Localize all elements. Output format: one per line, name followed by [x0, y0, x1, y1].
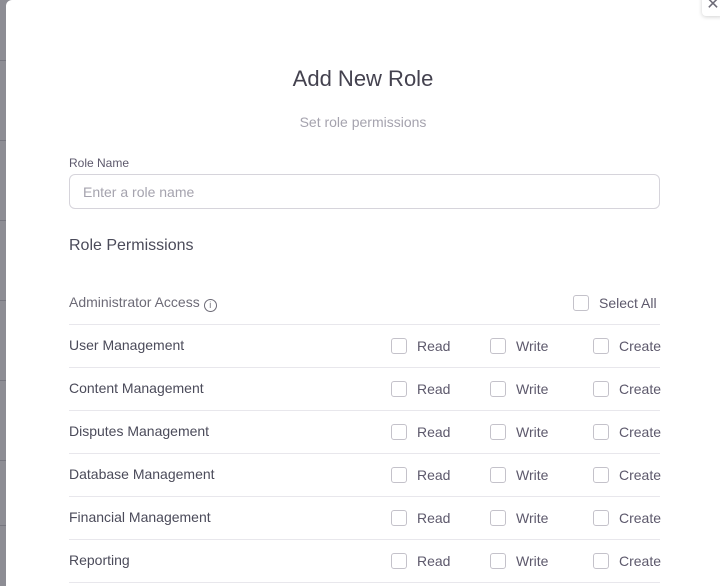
read-label: Read — [417, 466, 451, 483]
create-checkbox[interactable]: Create — [593, 367, 661, 410]
create-label: Create — [619, 337, 662, 354]
read-label: Read — [417, 509, 451, 526]
checkbox-box[interactable] — [593, 466, 609, 483]
checkbox-box[interactable] — [490, 509, 506, 526]
admin-access-label: Administrator Access i — [69, 281, 217, 324]
create-label: Create — [619, 466, 662, 483]
checkbox-box[interactable] — [593, 380, 609, 397]
permission-row: Financial Management Read Write Create — [69, 496, 661, 540]
write-checkbox[interactable]: Write — [490, 453, 548, 496]
write-label: Write — [516, 552, 549, 569]
modal-title: Add New Role — [292, 66, 434, 91]
permission-row: Reporting Read Write Create — [69, 539, 661, 583]
permission-name: Database Management — [69, 466, 215, 482]
permission-name: Reporting — [69, 552, 130, 568]
read-checkbox[interactable]: Read — [391, 539, 450, 582]
checkbox-box[interactable] — [490, 380, 506, 397]
permission-name: Disputes Management — [69, 423, 210, 439]
close-icon: ✕ — [706, 0, 720, 13]
write-label: Write — [516, 509, 549, 526]
write-checkbox[interactable]: Write — [490, 539, 548, 582]
admin-access-text: Administrator Access — [69, 294, 200, 310]
checkbox-box[interactable] — [593, 423, 609, 440]
close-button[interactable]: ✕ — [702, 0, 720, 16]
create-label: Create — [619, 552, 662, 569]
info-icon[interactable]: i — [203, 299, 217, 312]
checkbox-box[interactable] — [490, 337, 506, 354]
permission-row: Content Management Read Write Create — [69, 367, 661, 411]
write-label: Write — [516, 466, 549, 483]
write-label: Write — [516, 337, 549, 354]
create-checkbox[interactable]: Create — [593, 324, 661, 367]
read-checkbox[interactable]: Read — [391, 453, 450, 496]
create-label: Create — [619, 423, 662, 440]
checkbox-box[interactable] — [490, 423, 506, 440]
checkbox-box[interactable] — [593, 509, 609, 526]
write-label: Write — [516, 423, 549, 440]
checkbox-box[interactable] — [391, 337, 407, 354]
write-checkbox[interactable]: Write — [490, 324, 548, 367]
create-label: Create — [619, 509, 662, 526]
add-role-modal: ✕ Add New Role Set role permissions Role… — [6, 0, 720, 586]
read-label: Read — [417, 380, 451, 397]
write-checkbox[interactable]: Write — [490, 367, 548, 410]
create-checkbox[interactable]: Create — [593, 410, 661, 453]
role-name-input[interactable] — [69, 174, 660, 209]
admin-access-row: Administrator Access i Select All — [69, 281, 660, 325]
role-name-label: Role Name — [69, 156, 130, 170]
checkbox-box[interactable] — [391, 509, 407, 526]
checkbox-box[interactable] — [391, 380, 407, 397]
checkbox-box[interactable] — [391, 552, 407, 569]
read-checkbox[interactable]: Read — [391, 324, 450, 367]
checkbox-box[interactable] — [391, 466, 407, 483]
read-checkbox[interactable]: Read — [391, 496, 450, 539]
checkbox-box[interactable] — [391, 423, 407, 440]
write-label: Write — [516, 380, 549, 397]
checkbox-box[interactable] — [573, 294, 589, 311]
checkbox-box[interactable] — [593, 337, 609, 354]
checkbox-box[interactable] — [490, 466, 506, 483]
read-checkbox[interactable]: Read — [391, 410, 450, 453]
read-label: Read — [417, 552, 451, 569]
select-all-label: Select All — [599, 294, 657, 311]
read-label: Read — [417, 337, 451, 354]
read-label: Read — [417, 423, 451, 440]
create-checkbox[interactable]: Create — [593, 496, 661, 539]
write-checkbox[interactable]: Write — [490, 496, 548, 539]
write-checkbox[interactable]: Write — [490, 410, 548, 453]
checkbox-box[interactable] — [593, 552, 609, 569]
create-checkbox[interactable]: Create — [593, 453, 661, 496]
read-checkbox[interactable]: Read — [391, 367, 450, 410]
permission-row: Disputes Management Read Write Create — [69, 410, 661, 454]
modal-subtitle: Set role permissions — [299, 114, 427, 130]
select-all-checkbox[interactable]: Select All — [573, 281, 657, 324]
permission-row: Database Management Read Write Create — [69, 453, 661, 497]
create-checkbox[interactable]: Create — [593, 539, 661, 582]
create-label: Create — [619, 380, 662, 397]
checkbox-box[interactable] — [490, 552, 506, 569]
permission-name: Financial Management — [69, 509, 211, 525]
permission-row: User Management Read Write Create — [69, 324, 661, 368]
permission-name: Content Management — [69, 380, 204, 396]
role-permissions-title: Role Permissions — [69, 237, 194, 254]
permission-name: User Management — [69, 337, 185, 353]
